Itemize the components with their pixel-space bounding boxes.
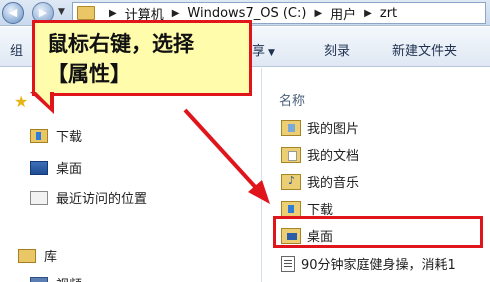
callout-line-2: 【属性】 [47, 62, 131, 86]
instruction-callout: 鼠标右键，选择 【属性】 [32, 20, 252, 96]
callout-line-1: 鼠标右键，选择 [47, 32, 194, 56]
callout-tail-inner [36, 92, 50, 106]
